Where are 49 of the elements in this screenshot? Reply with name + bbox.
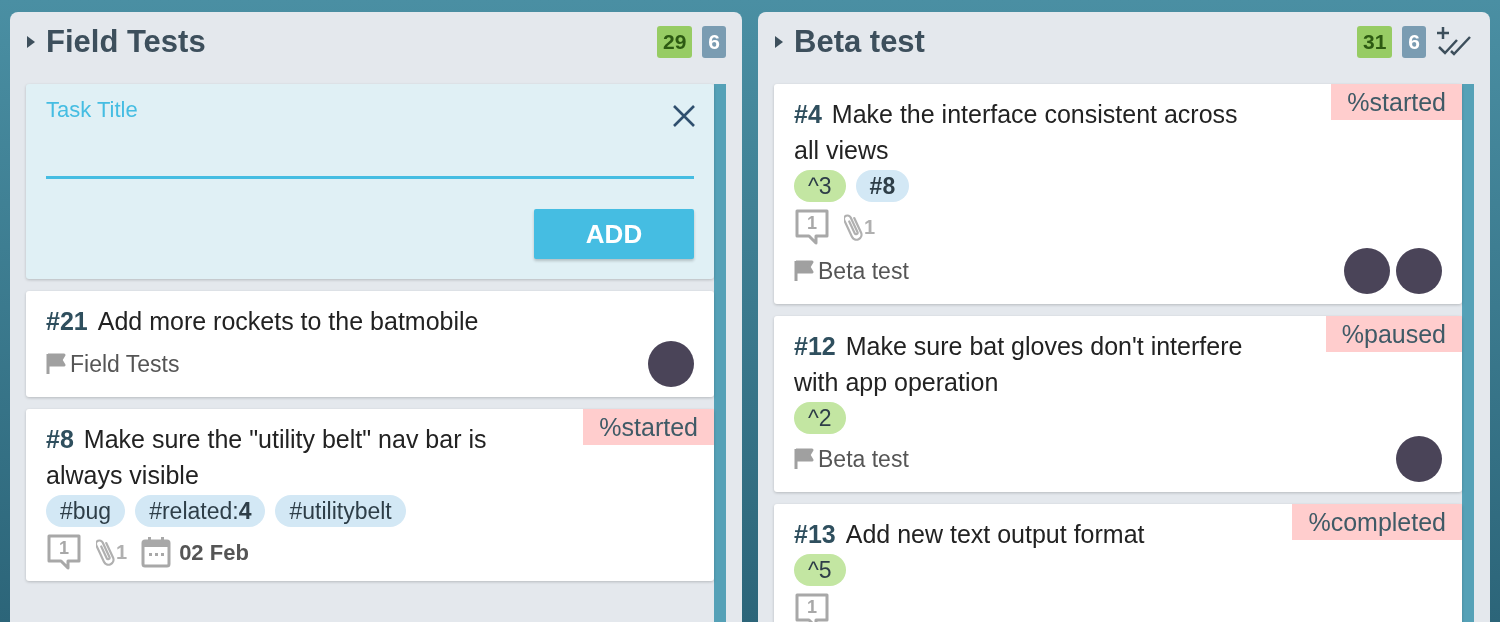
task-count-badge: 6 <box>1402 26 1426 58</box>
avatar-placeholder[interactable] <box>1344 248 1390 294</box>
avatar-placeholder[interactable] <box>1396 436 1442 482</box>
reference-pill[interactable]: #8 <box>855 170 910 202</box>
milestone-label[interactable]: Beta test <box>818 253 909 289</box>
task-card[interactable]: #8 Make sure the "utility belt" nav bar is always visible %started #bug #related:4 #utilitybelt 1 1 02 Feb <box>26 409 714 581</box>
points-badge: 31 <box>1356 26 1393 58</box>
field-label: Task Title <box>46 96 138 124</box>
points-badge: 29 <box>656 26 693 58</box>
task-title[interactable]: #13 Add new text output format <box>794 516 1252 552</box>
task-title[interactable]: #8 Make sure the "utility belt" nav bar is always visible <box>46 421 504 493</box>
close-icon[interactable] <box>672 104 696 128</box>
task-card[interactable]: #12 Make sure bat gloves don't interfere with app operation %paused ^2 Beta test <box>774 316 1462 492</box>
estimate-pill[interactable]: ^5 <box>794 554 846 586</box>
task-title[interactable]: #12 Make sure bat gloves don't interfere with app operation <box>794 328 1252 400</box>
milestone-label[interactable]: Beta test <box>818 441 909 477</box>
column-title[interactable]: Beta test <box>794 18 1347 66</box>
paperclip-icon <box>96 536 116 568</box>
flag-icon <box>794 260 814 282</box>
due-date: 02 Feb <box>179 538 249 567</box>
attachment-count: 1 <box>116 540 128 565</box>
status-label: %started <box>583 409 714 445</box>
task-card[interactable]: #4 Make the interface consistent across all views %started ^3 #8 1 1 Beta test <box>774 84 1462 304</box>
estimate-pill[interactable]: ^3 <box>794 170 846 202</box>
column-title[interactable]: Field Tests <box>46 18 647 66</box>
paperclip-icon <box>844 211 864 243</box>
caret-icon[interactable] <box>26 34 36 50</box>
flag-icon <box>794 448 814 470</box>
calendar-icon <box>141 536 172 568</box>
task-title[interactable]: #4 Make the interface consistent across all views <box>794 96 1252 168</box>
scrollbar[interactable] <box>714 84 726 622</box>
tag-pill[interactable]: #related:4 <box>135 495 266 527</box>
attachment-count: 1 <box>864 215 876 240</box>
task-card[interactable]: #13 Add new text output format %completed ^5 1 <box>774 504 1462 622</box>
status-label: %started <box>1331 84 1462 120</box>
estimate-pill[interactable]: ^2 <box>794 402 846 434</box>
task-count-badge: 6 <box>702 26 726 58</box>
status-label: %paused <box>1325 316 1462 352</box>
status-label: %completed <box>1292 504 1462 540</box>
caret-icon[interactable] <box>774 34 784 50</box>
scrollbar[interactable] <box>1462 84 1474 622</box>
task-title[interactable]: #21 Add more rockets to the batmobile <box>46 303 674 339</box>
avatar-placeholder[interactable] <box>1396 248 1442 294</box>
avatar-placeholder[interactable] <box>648 341 694 387</box>
task-card[interactable]: #21 Add more rockets to the batmobile Field Tests <box>26 291 714 397</box>
tag-pill[interactable]: #bug <box>46 495 126 527</box>
tag-pill[interactable]: #utilitybelt <box>275 495 406 527</box>
flag-icon <box>46 353 66 375</box>
milestone-label[interactable]: Field Tests <box>70 346 180 382</box>
